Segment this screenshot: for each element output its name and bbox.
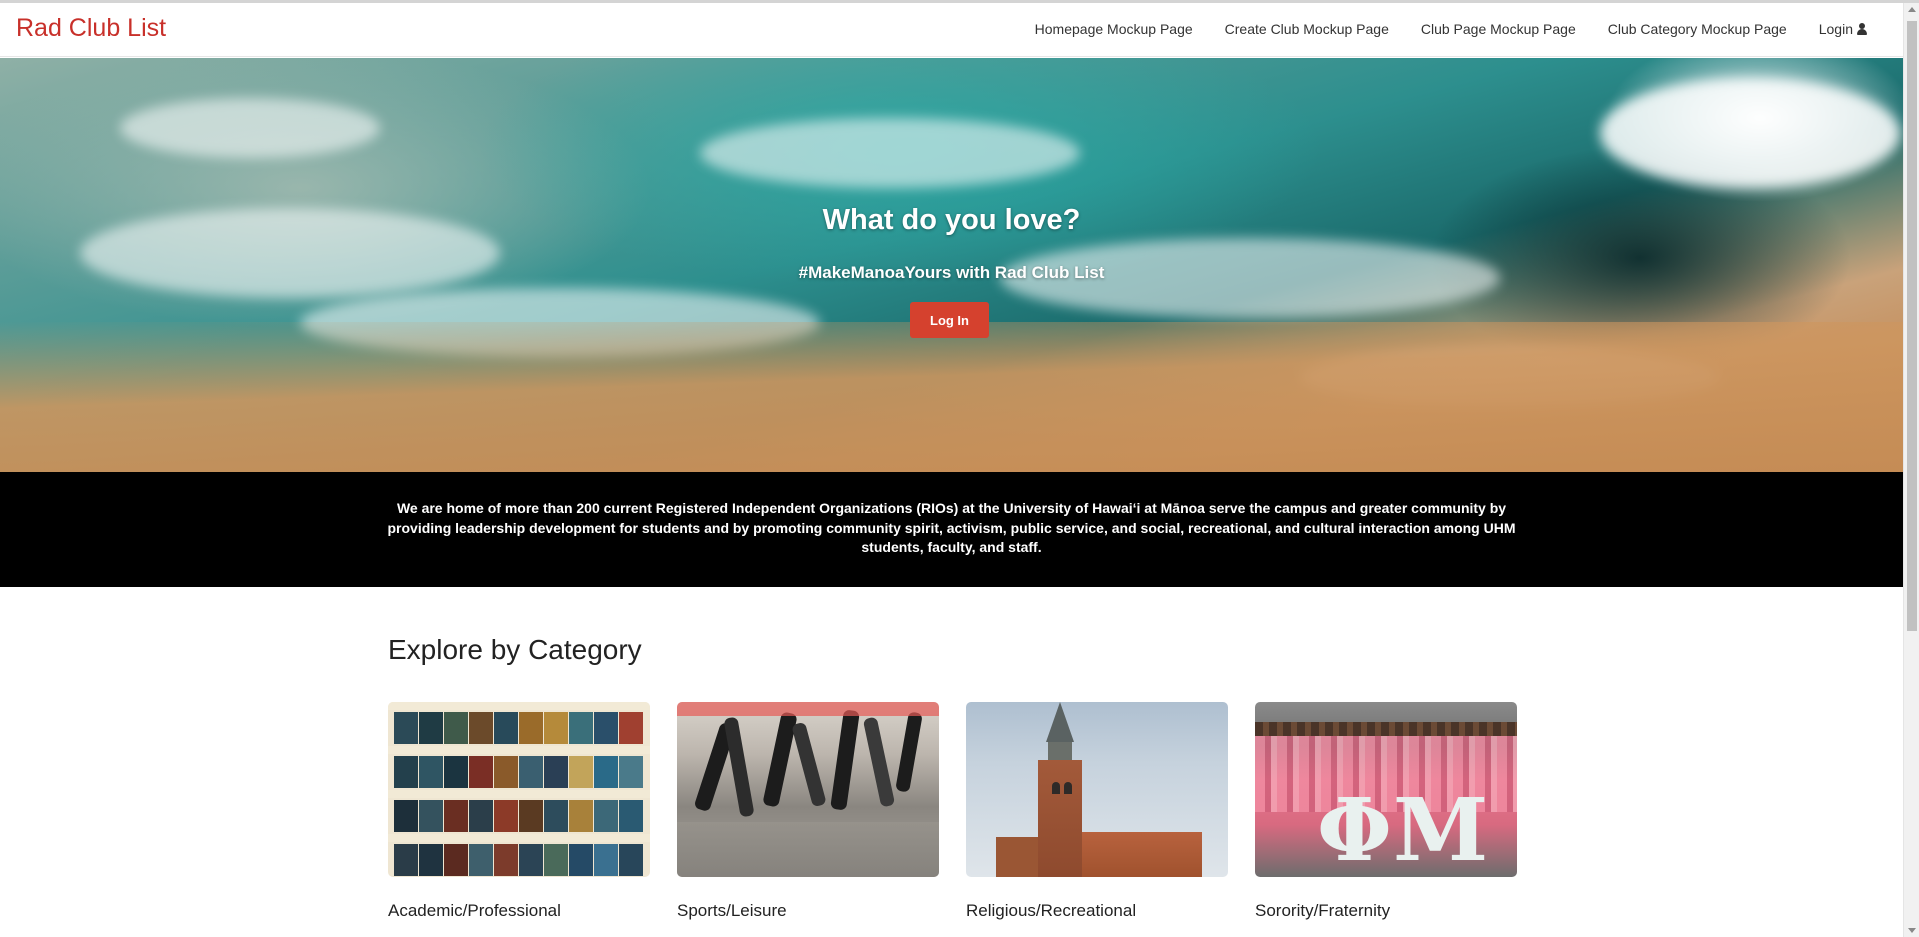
nav-item-label: Homepage Mockup Page (1034, 21, 1193, 37)
scroll-thumb[interactable] (1907, 21, 1917, 631)
nav-item-label: Login (1818, 21, 1853, 37)
category-card-sorority[interactable]: Φ M Sorority/Fraternity (1255, 702, 1517, 920)
nav-club-category-mockup[interactable]: Club Category Mockup Page (1608, 21, 1787, 37)
hero-content: What do you love? #MakeManoaYours with R… (0, 58, 1903, 472)
nav-item-label: Club Category Mockup Page (1607, 21, 1787, 37)
nav-login[interactable]: Login (1819, 21, 1867, 37)
category-label: Sorority/Fraternity (1255, 901, 1391, 920)
church-image (966, 702, 1228, 877)
category-card-academic[interactable]: Academic/Professional (388, 702, 650, 920)
nav-create-club-mockup[interactable]: Create Club Mockup Page (1225, 21, 1389, 37)
brand-logo[interactable]: Rad Club List (16, 14, 166, 43)
nav-item-label: Create Club Mockup Page (1224, 21, 1389, 37)
scroll-down-icon[interactable] (1908, 928, 1916, 933)
hero-title: What do you love? (822, 204, 1081, 236)
scroll-up-icon[interactable] (1908, 7, 1916, 12)
page-scrollbar[interactable] (1903, 3, 1919, 937)
category-label: Academic/Professional (388, 901, 561, 920)
category-label: Religious/Recreational (966, 901, 1137, 920)
about-banner: We are home of more than 200 current Reg… (0, 472, 1903, 587)
login-button[interactable]: Log In (910, 302, 989, 338)
category-card-religious[interactable]: Religious/Recreational (966, 702, 1228, 920)
phi-letter: Φ (1317, 780, 1392, 877)
user-icon (1857, 23, 1867, 35)
categories-heading: Explore by Category (388, 634, 642, 665)
category-label: Sports/Leisure (677, 901, 787, 920)
nav-club-page-mockup[interactable]: Club Page Mockup Page (1421, 21, 1576, 37)
hero-subtitle: #MakeManoaYours with Rad Club List (798, 263, 1105, 282)
about-text: We are home of more than 200 current Reg… (387, 500, 1516, 555)
mu-letter: M (1393, 780, 1489, 877)
sorority-group-image: Φ M (1255, 702, 1517, 877)
navbar: Rad Club List Homepage Mockup Page Creat… (0, 3, 1903, 57)
bookshelf-image (388, 702, 650, 877)
nav-menu: Homepage Mockup Page Create Club Mockup … (1035, 21, 1867, 37)
category-card-sports[interactable]: Sports/Leisure (677, 702, 939, 920)
hero-banner: What do you love? #MakeManoaYours with R… (0, 58, 1903, 472)
runners-image (677, 702, 939, 877)
nav-homepage-mockup[interactable]: Homepage Mockup Page (1035, 21, 1193, 37)
nav-item-label: Club Page Mockup Page (1420, 21, 1576, 37)
